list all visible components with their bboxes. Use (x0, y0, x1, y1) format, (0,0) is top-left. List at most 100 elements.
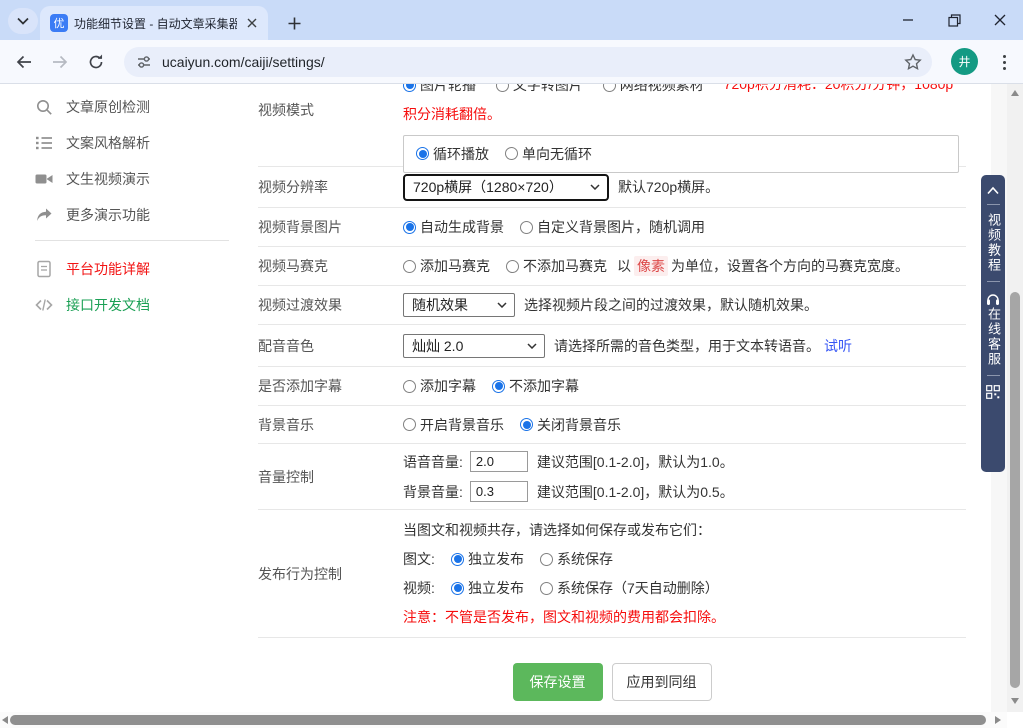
scroll-up-arrow[interactable] (1011, 90, 1019, 96)
chevron-down-icon (590, 184, 600, 190)
select-value: 随机效果 (412, 295, 468, 315)
radio-no-mosaic[interactable]: 不添加马赛克 (506, 256, 607, 276)
vertical-scrollbar[interactable] (1007, 84, 1023, 712)
chevron-down-icon (17, 17, 29, 25)
scroll-down-arrow[interactable] (1011, 698, 1019, 704)
sidebar-item-originality-check[interactable]: 文章原创检测 (35, 89, 229, 125)
site-settings-icon (136, 54, 152, 70)
sidebar-item-text-to-video-demo[interactable]: 文生视频演示 (35, 161, 229, 197)
bgm-volume-input[interactable] (470, 481, 528, 502)
video-tutorial-link[interactable]: 视频教程 (981, 213, 1005, 273)
radio-video-system-save[interactable]: 系统保存（7天自动删除） (540, 578, 719, 598)
transition-select[interactable]: 随机效果 (403, 293, 515, 317)
video-source-options: 图片轮播 文字转图片 网络视频素材 720p积分消耗：20积分/分钟，1080p… (403, 84, 966, 129)
browser-toolbar: ucaiyun.com/caiji/settings/ 井 (0, 40, 1023, 84)
radio-bgm-off[interactable]: 关闭背景音乐 (520, 415, 621, 435)
radio-image-carousel[interactable]: 图片轮播 (403, 84, 476, 100)
settings-form: 视频模式 图片轮播 文字转图片 网络视频素材 720p积分消耗：20积分/分钟，… (258, 84, 966, 701)
transition-hint: 选择视频片段之间的过渡效果，默认随机效果。 (524, 295, 818, 315)
form-row-mosaic: 视频马赛克 添加马赛克 不添加马赛克 以 像素 为单位，设置各个方向的马赛克宽度… (258, 247, 966, 286)
sidebar-item-platform-features[interactable]: 平台功能详解 (35, 251, 229, 287)
radio-text-to-image[interactable]: 文字转图片 (496, 84, 583, 100)
field-label-bgm: 背景音乐 (258, 406, 403, 443)
sidebar-item-label: 更多演示功能 (66, 205, 150, 225)
browser-menu-button[interactable] (994, 50, 1014, 74)
collapse-chevron-up-icon[interactable] (986, 186, 1000, 195)
sidebar-item-label: 平台功能详解 (66, 259, 150, 279)
radio-circle (540, 582, 553, 595)
radio-auto-background[interactable]: 自动生成背景 (403, 217, 504, 237)
mosaic-pixel-highlight: 像素 (634, 256, 668, 276)
publish-intro: 当图文和视频共存，请选择如何保存或发布它们： (403, 520, 711, 540)
qr-code-icon[interactable] (986, 385, 1000, 399)
back-arrow-icon (15, 53, 33, 71)
field-label-mosaic: 视频马赛克 (258, 247, 403, 285)
radio-circle (603, 84, 616, 92)
sidebar-item-style-analysis[interactable]: 文案风格解析 (35, 125, 229, 161)
tab-close-button[interactable] (243, 15, 260, 32)
radio-tuwen-independent[interactable]: 独立发布 (451, 549, 524, 569)
reload-button[interactable] (84, 50, 108, 74)
forward-button[interactable] (48, 50, 72, 74)
form-row-video-mode: 视频模式 图片轮播 文字转图片 网络视频素材 720p积分消耗：20积分/分钟，… (258, 84, 966, 167)
form-row-subtitle: 是否添加字幕 添加字幕 不添加字幕 (258, 367, 966, 406)
share-arrow-icon (35, 206, 53, 224)
mosaic-hint-prefix: 以 (617, 256, 631, 276)
radio-circle (492, 380, 505, 393)
panel-divider (987, 281, 1000, 282)
form-row-bg-image: 视频背景图片 自动生成背景 自定义背景图片，随机调用 (258, 208, 966, 247)
voice-volume-input[interactable] (470, 451, 528, 472)
sidebar-item-api-docs[interactable]: 接口开发文档 (35, 287, 229, 323)
forward-arrow-icon (51, 53, 69, 71)
radio-tuwen-system-save[interactable]: 系统保存 (540, 549, 613, 569)
bookmark-star-icon[interactable] (904, 53, 922, 71)
horizontal-scrollbar[interactable] (0, 712, 1007, 728)
horizontal-scroll-thumb[interactable] (10, 715, 986, 725)
publish-tuwen-label: 图文: (403, 549, 451, 569)
site-favicon: 优 (50, 14, 68, 32)
tab-title: 功能细节设置 - 自动文章采集器 (74, 15, 237, 32)
form-row-volume: 音量控制 语音音量: 建议范围[0.1-2.0]，默认为1.0。 背景音量: 建… (258, 444, 966, 510)
voice-select[interactable]: 灿灿 2.0 (403, 334, 545, 358)
vertical-scroll-thumb[interactable] (1010, 292, 1020, 688)
resolution-select[interactable]: 720p横屏（1280×720） (403, 174, 609, 201)
sidebar: 文章原创检测 文案风格解析 文生视频演示 更多演示功能 平台功能详解 接口开发文… (35, 89, 229, 323)
radio-add-subtitle[interactable]: 添加字幕 (403, 376, 476, 396)
save-settings-button[interactable]: 保存设置 (513, 663, 603, 701)
back-button[interactable] (12, 50, 36, 74)
form-row-resolution: 视频分辨率 720p横屏（1280×720） 默认720p横屏。 (258, 167, 966, 208)
browser-tab[interactable]: 优 功能细节设置 - 自动文章采集器 (40, 6, 268, 40)
radio-web-video-material[interactable]: 网络视频素材 (603, 84, 704, 100)
field-label-publish: 发布行为控制 (258, 510, 403, 637)
sidebar-item-more-demos[interactable]: 更多演示功能 (35, 197, 229, 233)
radio-video-independent[interactable]: 独立发布 (451, 578, 524, 598)
scroll-right-arrow[interactable] (995, 716, 1001, 724)
chevron-down-icon (497, 302, 507, 308)
scroll-left-arrow[interactable] (2, 716, 8, 724)
close-window-button[interactable] (977, 0, 1023, 40)
radio-circle (505, 147, 518, 160)
radio-bgm-on[interactable]: 开启背景音乐 (403, 415, 504, 435)
field-label-video-mode: 视频模式 (258, 100, 403, 120)
apply-to-group-button[interactable]: 应用到同组 (612, 663, 712, 701)
url-text: ucaiyun.com/caiji/settings/ (162, 54, 904, 70)
minimize-button[interactable] (885, 0, 931, 40)
radio-custom-background[interactable]: 自定义背景图片，随机调用 (520, 217, 705, 237)
voice-preview-link[interactable]: 试听 (824, 336, 852, 356)
profile-avatar[interactable]: 井 (951, 48, 978, 75)
online-service-link[interactable]: 在线客服 (981, 307, 1005, 367)
sidebar-item-label: 接口开发文档 (66, 295, 150, 315)
restore-button[interactable] (931, 0, 977, 40)
radio-loop-play[interactable]: 循环播放 (416, 144, 489, 164)
radio-no-loop[interactable]: 单向无循环 (505, 144, 592, 164)
ordered-list-icon (35, 134, 53, 152)
select-value: 灿灿 2.0 (412, 336, 463, 356)
radio-add-mosaic[interactable]: 添加马赛克 (403, 256, 490, 276)
url-address-bar[interactable]: ucaiyun.com/caiji/settings/ (124, 47, 932, 77)
floating-side-panel: 视频教程 在线客服 (981, 175, 1005, 472)
tab-search-button[interactable] (8, 8, 38, 34)
radio-circle (403, 418, 416, 431)
voice-hint: 请选择所需的音色类型，用于文本转语音。 (554, 336, 820, 356)
radio-no-subtitle[interactable]: 不添加字幕 (492, 376, 579, 396)
new-tab-button[interactable] (281, 10, 307, 36)
